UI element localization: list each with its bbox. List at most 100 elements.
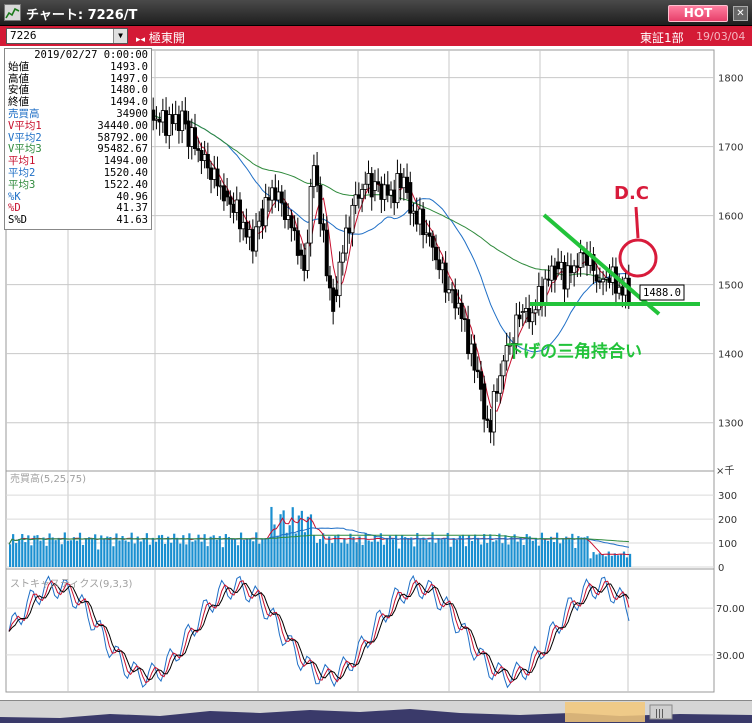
candle-body [302,254,307,271]
candle-body [244,221,249,238]
toolbar: 7226 ▼ ▸◂ 極東開 東証1部 19/03/04 [0,26,752,46]
volume-bar [239,532,243,567]
volume-bar [610,555,613,567]
volume-bar [69,540,72,567]
candle-body [572,265,577,274]
volume-tick-label: 100 [718,539,737,550]
info-value: 34440.00 [97,119,148,132]
company-label: 極東開 [148,31,185,45]
candle-body [517,314,522,320]
volume-bar [510,536,513,567]
candle-body [299,249,304,256]
volume-bar [167,536,170,567]
candle-body [273,187,278,201]
candle-body [286,215,291,220]
volume-bar [30,545,33,567]
timeline-scrollbar[interactable]: ||| [0,700,752,723]
chevron-down-icon[interactable]: ▼ [113,29,127,43]
close-icon[interactable]: ✕ [733,6,748,21]
volume-bar [218,536,221,567]
symbol-select[interactable]: 7226 ▼ [6,28,128,44]
volume-bar [157,535,161,567]
volume-bar [340,542,343,567]
volume-bar [297,515,300,567]
candle-body [453,289,458,309]
candle-body [254,226,259,252]
volume-bar [334,535,337,567]
volume-bar [258,543,261,567]
info-label: 始値 [8,60,29,73]
volume-bar [549,536,553,567]
volume-bar [27,535,30,567]
candle-body [221,185,226,202]
info-value: 1522.40 [103,178,148,191]
candle-body [456,302,461,309]
volume-bar [568,539,571,567]
volume-bar [246,538,249,567]
volume-bar [121,536,124,567]
candle-body [231,203,236,213]
volume-bar [33,535,36,567]
candle-body [411,210,416,214]
volume-bar [619,554,623,567]
candle-body [620,286,625,296]
candle-body [199,150,204,161]
timeline-overview[interactable]: ||| [0,701,752,723]
volume-bar [142,538,145,567]
candle-body [237,199,242,230]
info-label: 売買高 [8,107,40,120]
candle-body [228,196,233,205]
volume-bar [252,541,255,567]
volume-bar [197,534,200,567]
volume-bar [467,535,471,567]
ohlc-info-panel: 2019/02/27 0:00:00 始値 1493.0 高値 1497.0 安値 148… [4,48,152,230]
candle-body [552,265,557,280]
candle-body [360,189,365,199]
info-value: 1493.0 [110,60,148,73]
volume-bar [139,541,142,567]
volume-bar [88,537,91,567]
volume-bar [179,543,182,567]
price-tick-label: 1800 [718,74,743,85]
price-tick-label: 1300 [718,419,743,430]
volume-bar [385,537,389,567]
candle-body [482,383,487,420]
candle-body [546,278,551,281]
volume-bar [51,537,54,567]
volume-bar [540,532,544,567]
volume-bar [221,547,224,567]
candle-body [263,197,268,227]
candle-body [475,369,480,373]
volume-bar [422,537,425,567]
candle-body [247,229,252,238]
volume-bar [397,548,401,567]
candle-body [292,227,297,232]
hot-button[interactable]: HOT [668,5,728,22]
volume-bar [507,544,510,567]
flag-icon: ▸◂ [136,35,146,45]
candle-body [405,176,410,193]
candle-body [417,208,422,225]
candle-body [321,223,326,231]
volume-bar [407,537,410,567]
volume-bar [556,532,559,567]
volume-bar [501,543,504,567]
volume-bar [419,539,422,567]
candle-body [549,265,554,281]
volume-bar [276,535,279,567]
scroll-thumb[interactable] [565,702,645,722]
candle-body [318,184,323,225]
volume-bar [616,555,620,567]
volume-bar [136,536,139,567]
volume-bar [458,535,461,567]
candle-body [353,194,358,206]
volume-bar [464,546,468,567]
volume-bar [452,538,455,567]
candle-body [218,185,223,188]
volume-bar [592,552,595,567]
volume-bar [18,538,21,567]
volume-bar [470,540,474,567]
company-name: ▸◂ 極東開 [136,29,185,46]
volume-bar [264,538,267,567]
price-tick-label: 1700 [718,143,743,154]
